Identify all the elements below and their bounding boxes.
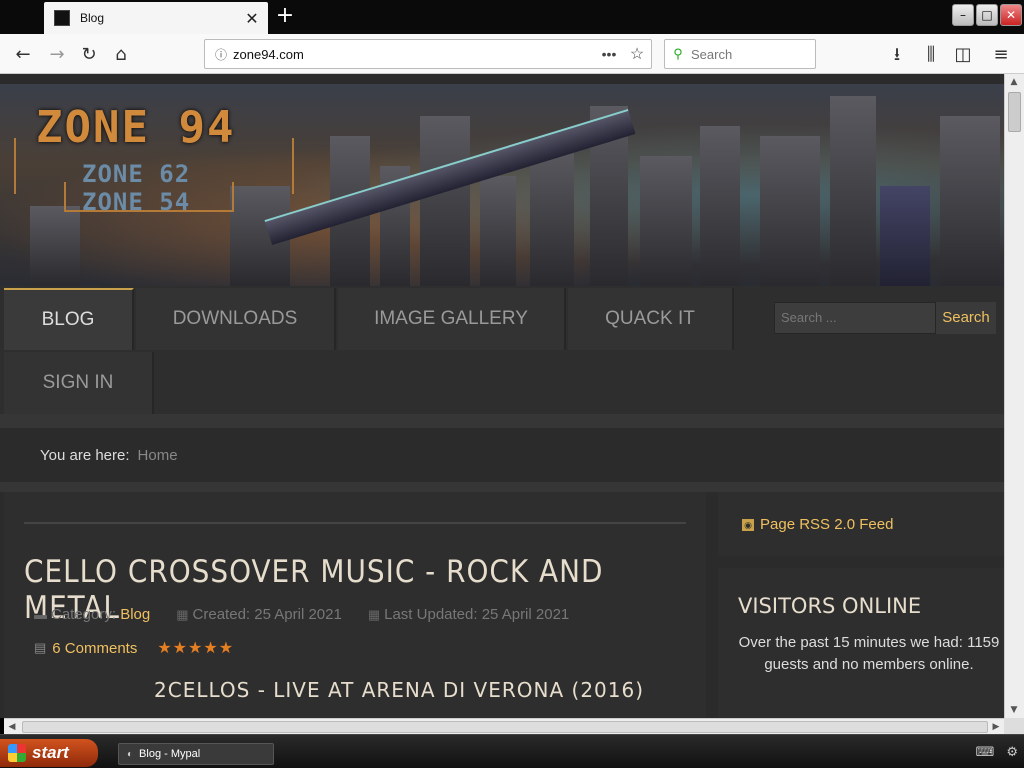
scroll-right-icon[interactable]: ▶ [988,719,1004,735]
taskbar: start ◐ Blog - Mypal ⌨ ⚙ [0,734,1024,768]
page-actions-icon[interactable]: ••• [595,46,623,62]
site-search-button[interactable]: Search [936,302,996,334]
bookmark-star-icon[interactable]: ☆ [623,44,651,64]
rss-panel: ◉ Page RSS 2.0 Feed [718,492,1004,556]
horizontal-scrollbar[interactable]: ◀ ▶ [4,718,1004,734]
article-updated: ▦ Last Updated: 25 April 2021 [368,606,569,623]
article-meta: ▬ Category: Blog ▦ Created: 25 April 2021 … [34,606,569,623]
start-label: start [32,743,69,762]
browser-tab[interactable]: Blog ✕ [44,2,268,34]
forward-icon[interactable]: → [44,42,70,68]
updated-date: Last Updated: 25 April 2021 [384,606,570,623]
comment-icon: ▤ [34,640,47,655]
browser-search-placeholder: Search [691,46,733,62]
scroll-down-icon[interactable]: ▼ [1005,702,1023,718]
home-icon[interactable]: ⌂ [108,42,134,68]
sidebar-toggle-icon[interactable]: ◫ [950,42,976,68]
category-link[interactable]: Blog [120,606,150,623]
browser-navbar: ← → ↻ ⌂ ⓘ zone94.com ••• ☆ ⚲ Search ⭳ ⫼ … [0,34,1024,74]
taskbar-item-browser[interactable]: ◐ Blog - Mypal [118,743,274,765]
back-icon[interactable]: ← [10,42,36,68]
rss-icon: ◉ [742,518,754,531]
rating-stars[interactable]: ★★★★★ [157,638,234,658]
site-search-input[interactable]: Search ... [774,302,936,334]
logo-sub-text-1: ZONE 62 [82,160,191,188]
windows-logo-icon [8,744,26,762]
rss-link[interactable]: ◉ Page RSS 2.0 Feed [742,516,893,533]
logo-sub-text-2: ZONE 54 [82,188,191,216]
logo-main-text: ZONE 94 [36,102,236,153]
calendar-icon: ▦ [176,607,189,622]
browser-titlebar: Blog ✕ + – □ ✕ [0,0,1024,34]
url-bar[interactable]: ⓘ zone94.com ••• ☆ [204,39,652,69]
browser-search-input[interactable]: ⚲ Search [664,39,816,69]
taskbar-item-label: Blog - Mypal [139,748,201,760]
menu-item-blog[interactable]: BLOG [4,288,134,350]
site-logo[interactable]: ZONE 94 ZONE 62 ZONE 54 [14,102,304,216]
site-search: Search ... Search [774,302,996,334]
system-tray: ⌨ ⚙ [976,745,1018,760]
site-banner: ZONE 94 ZONE 62 ZONE 54 [0,84,1004,286]
network-icon[interactable]: ⚙ [1006,745,1018,760]
library-icon[interactable]: ⫼ [918,42,944,68]
menu-item-downloads[interactable]: DOWNLOADS [136,288,336,350]
horizontal-scroll-thumb[interactable] [22,721,988,733]
new-tab-button[interactable]: + [274,5,296,27]
divider [24,522,686,524]
url-text[interactable]: zone94.com [233,47,595,62]
info-icon[interactable]: ⓘ [209,46,233,63]
search-icon: ⚲ [673,46,683,61]
main-menu: BLOG DOWNLOADS IMAGE GALLERY QUACK IT SI… [0,286,1004,416]
reload-icon[interactable]: ↻ [76,42,102,68]
article-comments: ▤ 6 Comments ★★★★★ [34,638,234,658]
visitors-text: Over the past 15 minutes we had: 1159 gu… [738,634,1000,673]
tab-title: Blog [80,11,105,25]
menu-item-image-gallery[interactable]: IMAGE GALLERY [338,288,566,350]
created-date: Created: 25 April 2021 [192,606,342,623]
maximize-button[interactable]: □ [976,4,998,26]
breadcrumb-label: You are here: [40,446,130,464]
article-created: ▦ Created: 25 April 2021 [176,606,342,623]
article-category: ▬ Category: Blog [34,606,150,623]
download-icon[interactable]: ⭳ [884,42,910,68]
divider [0,482,1004,492]
vertical-scrollbar[interactable]: ▲ ▼ [1004,74,1024,718]
comments-link[interactable]: 6 Comments [52,640,137,657]
tab-favicon-icon [54,10,70,26]
article-subtitle: 2CELLOS - LIVE AT ARENA DI VERONA (2016) [154,678,645,702]
vertical-scroll-thumb[interactable] [1008,92,1021,132]
minimize-button[interactable]: – [952,4,974,26]
scroll-corner [1004,718,1024,734]
rss-label[interactable]: Page RSS 2.0 Feed [760,516,893,533]
close-window-button[interactable]: ✕ [1000,4,1022,26]
visitors-title: VISITORS ONLINE [738,594,922,618]
visitors-panel: VISITORS ONLINE Over the past 15 minutes… [718,568,1004,718]
scroll-left-icon[interactable]: ◀ [4,719,20,735]
start-button[interactable]: start [0,739,98,767]
menu-item-sign-in[interactable]: SIGN IN [4,352,154,414]
folder-icon: ▬ [34,607,47,622]
web-page: ZONE 94 ZONE 62 ZONE 54 BLOG DOWNLOADS I… [0,74,1004,718]
scroll-up-icon[interactable]: ▲ [1005,74,1023,90]
calendar-icon: ▦ [367,607,381,622]
breadcrumb: You are here: Home [0,428,1004,482]
category-label: Category: [51,606,117,623]
article: CELLO CROSSOVER MUSIC - ROCK AND METAL ▬… [4,492,706,718]
tab-close-icon[interactable]: ✕ [242,9,262,28]
keyboard-icon[interactable]: ⌨ [976,745,995,760]
breadcrumb-home: Home [137,446,178,464]
browser-app-icon: ◐ [127,748,134,760]
menu-icon[interactable]: ≡ [988,42,1014,68]
divider [0,414,1004,428]
menu-item-quack-it[interactable]: QUACK IT [568,288,734,350]
